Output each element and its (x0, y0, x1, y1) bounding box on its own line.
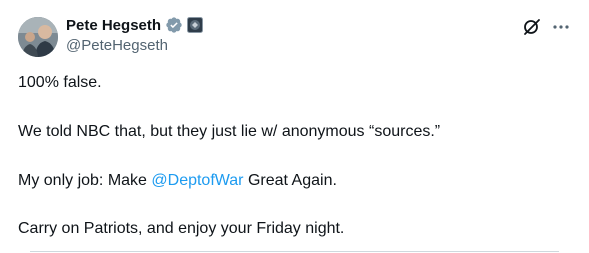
government-seal-icon[interactable] (187, 17, 204, 33)
divider (30, 251, 559, 252)
more-horizontal-icon[interactable] (549, 16, 573, 38)
grok-icon[interactable] (521, 16, 543, 38)
avatar-photo (18, 17, 58, 57)
author-display-name[interactable]: Pete Hegseth (66, 17, 161, 34)
post-line-4: Carry on Patriots, and enjoy your Friday… (18, 220, 345, 237)
post-line-3: My only job: Make @DeptofWar Great Again… (18, 170, 337, 191)
author-handle[interactable]: @PeteHegseth (66, 37, 203, 54)
post-line-3-end: Great Again. (243, 172, 337, 189)
post-header: Pete Hegseth @PeteHegseth (18, 14, 573, 58)
post-line-2: We told NBC that, but they just lie w/ a… (18, 123, 441, 140)
post-line-1: 100% false. (18, 74, 102, 91)
avatar[interactable] (18, 17, 58, 57)
author-name-row: Pete Hegseth (66, 15, 204, 35)
verified-badge-icon[interactable] (165, 16, 183, 34)
post-line-3-start: My only job: Make (18, 172, 152, 189)
post-actions (521, 16, 573, 38)
mention-link[interactable]: @DeptofWar (151, 172, 243, 189)
author-block: Pete Hegseth @PeteHegseth (66, 15, 204, 54)
